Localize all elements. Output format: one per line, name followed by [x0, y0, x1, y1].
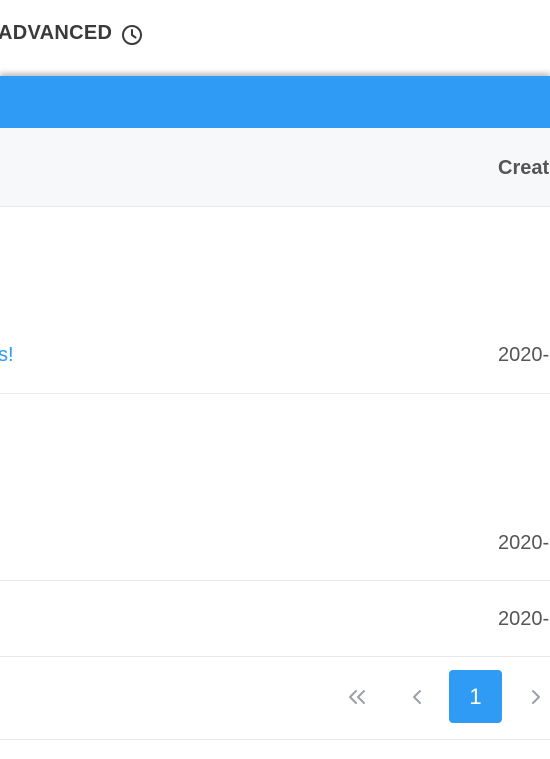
next-page-button[interactable] [509, 670, 550, 723]
row-title-link[interactable]: s! [0, 344, 14, 367]
row-created-date: 2020- [498, 608, 550, 630]
table-header: Creat [0, 128, 550, 207]
clock-icon[interactable] [121, 24, 143, 46]
previous-page-button[interactable] [390, 670, 443, 723]
page-title: ADVANCED [0, 22, 113, 44]
table-row: 2020- [0, 581, 550, 657]
double-chevron-left-icon [346, 689, 368, 705]
chevron-left-icon [411, 689, 423, 705]
row-created-date: 2020- [498, 344, 550, 366]
row-created-date: 2020- [498, 532, 550, 554]
page: ADVANCED Creat s! 2020- 2020- 2020- 1 [0, 0, 550, 759]
column-header-created[interactable]: Creat [498, 157, 549, 180]
first-page-button[interactable] [330, 670, 383, 723]
pagination: 1 [0, 657, 550, 740]
top-bar: ADVANCED [0, 0, 550, 76]
page-button-current[interactable]: 1 [449, 670, 502, 723]
chevron-right-icon [530, 689, 542, 705]
table-row: s! 2020- [0, 207, 550, 394]
table-row: 2020- [0, 394, 550, 581]
page-number: 1 [469, 683, 482, 709]
accent-bar [0, 76, 550, 128]
